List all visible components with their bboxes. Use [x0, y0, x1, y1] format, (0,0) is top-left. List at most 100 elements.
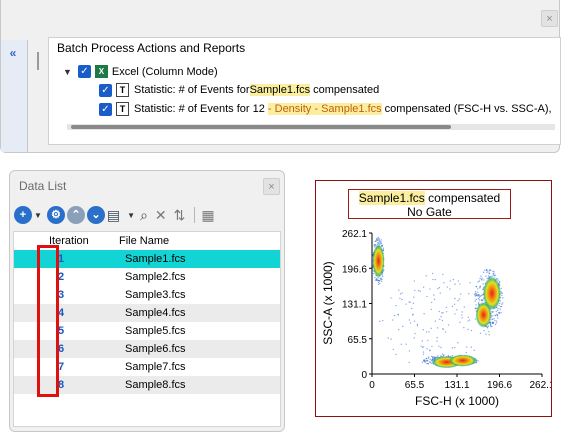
event-point	[401, 298, 403, 301]
y-axis-label: SSC-A (x 1000)	[321, 261, 335, 344]
event-point	[425, 360, 428, 362]
checkbox-checked-icon[interactable]: ✓	[99, 102, 112, 116]
batch-header: Batch Process Actions and Reports	[57, 41, 246, 55]
event-point	[392, 319, 394, 321]
plot-area	[371, 233, 542, 375]
event-point	[458, 298, 461, 300]
event-point	[380, 277, 383, 279]
event-point	[473, 349, 475, 352]
search-icon[interactable]: ⌕	[140, 206, 148, 224]
event-point	[440, 315, 442, 318]
event-point	[405, 343, 407, 345]
event-point	[495, 310, 497, 313]
tree-item-statistic-2[interactable]: ✓ T Statistic: # of Events for 12 - Dens…	[99, 102, 552, 116]
event-point	[427, 339, 429, 342]
event-point	[493, 318, 495, 320]
event-point	[425, 275, 427, 277]
column-header-filename[interactable]: File Name	[119, 235, 169, 247]
event-point	[500, 311, 502, 314]
event-point	[430, 327, 432, 330]
item-label-highlight: Sample1.fcs	[249, 84, 311, 96]
event-point	[483, 279, 485, 281]
report-icon[interactable]: ▦	[201, 206, 214, 224]
event-point	[463, 306, 466, 308]
event-point	[498, 304, 500, 307]
event-point	[440, 346, 442, 349]
x-tick-label: 0	[369, 380, 375, 391]
event-point	[376, 237, 378, 240]
event-point	[459, 321, 461, 323]
x-axis-label: FSC-H (x 1000)	[415, 394, 499, 408]
list-dropdown-icon[interactable]: ▼	[127, 211, 135, 220]
event-point	[377, 281, 380, 284]
event-point	[488, 330, 490, 333]
event-point	[484, 269, 486, 271]
x-ticks: 0 65.5 131.1 196.6 262.1	[369, 374, 551, 391]
delete-icon[interactable]: ✕	[155, 206, 167, 224]
event-point	[380, 239, 382, 241]
density-plot[interactable]: 0 65.5 131.1 196.6 262.1 0 65.5 131.1 196.6 262.…	[316, 181, 551, 416]
event-point	[466, 346, 468, 348]
list-icon[interactable]: ▤	[107, 206, 120, 224]
y-tick-label: 65.5	[348, 335, 368, 346]
event-point	[445, 311, 448, 313]
splitter-handle[interactable]	[37, 52, 39, 70]
event-point	[475, 298, 478, 301]
horizontal-scrollbar-thumb[interactable]	[71, 125, 451, 129]
event-point	[441, 312, 443, 314]
sort-icon[interactable]: ⇅	[174, 206, 186, 224]
event-point	[438, 345, 440, 347]
event-point	[432, 278, 434, 281]
checkbox-checked-icon[interactable]: ✓	[99, 83, 112, 97]
event-point	[441, 319, 444, 322]
event-point	[501, 294, 503, 296]
item-label-suffix: compensated (FSC-H vs. SSC-A),	[381, 103, 552, 115]
event-point	[489, 324, 492, 327]
event-point	[395, 304, 397, 307]
y-tick-label: 262.1	[342, 229, 367, 240]
add-dropdown-icon[interactable]: ▼	[34, 211, 42, 220]
event-point	[413, 296, 415, 298]
event-point	[378, 238, 380, 240]
event-point	[480, 299, 483, 301]
event-point	[438, 310, 440, 313]
wrench-icon[interactable]: ⚙	[46, 206, 65, 224]
up-icon[interactable]: ⌃	[66, 206, 85, 224]
event-point	[468, 293, 470, 295]
event-point	[486, 271, 488, 274]
tree-root-excel[interactable]: ▼ ✓ X Excel (Column Mode)	[63, 65, 218, 78]
event-point	[453, 303, 456, 305]
event-point	[387, 337, 390, 339]
down-icon[interactable]: ⌄	[86, 206, 105, 224]
event-point	[496, 309, 499, 311]
event-point	[399, 293, 402, 295]
batch-close-icon[interactable]: ×	[541, 10, 558, 27]
event-point	[451, 355, 454, 357]
expand-caret-icon[interactable]: ▼	[63, 67, 72, 77]
collapse-chevron-icon[interactable]: «	[5, 46, 21, 60]
row-filename: Sample3.fcs	[125, 289, 186, 301]
event-point	[495, 320, 498, 322]
event-point	[422, 351, 425, 353]
event-point	[426, 347, 428, 350]
event-point	[477, 281, 479, 283]
event-point	[474, 295, 477, 297]
event-point	[478, 280, 481, 282]
event-point	[447, 324, 450, 326]
event-point	[442, 312, 444, 314]
event-point	[422, 329, 424, 331]
event-point	[377, 236, 379, 239]
event-point	[413, 320, 416, 322]
tree-item-statistic-1[interactable]: ✓ T Statistic: # of Events for Sample1.f…	[99, 83, 379, 97]
event-point	[426, 362, 428, 365]
event-point	[489, 269, 491, 272]
checkbox-checked-icon[interactable]: ✓	[77, 65, 91, 78]
event-point	[397, 313, 399, 316]
event-point	[400, 343, 402, 346]
event-point	[413, 337, 415, 339]
add-icon[interactable]: +	[14, 206, 32, 224]
data-list-close-icon[interactable]: ×	[263, 178, 280, 195]
event-point	[428, 331, 430, 333]
toolbar-divider	[194, 207, 196, 223]
event-point	[419, 290, 421, 293]
